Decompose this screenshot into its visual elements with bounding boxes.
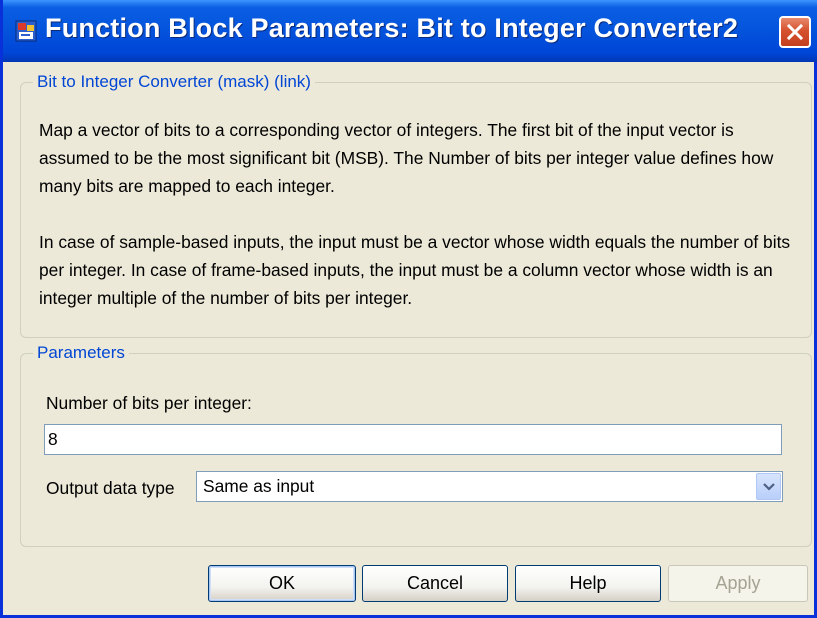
- close-icon: [787, 24, 803, 40]
- dialog-window: Function Block Parameters: Bit to Intege…: [0, 0, 817, 618]
- bits-per-integer-label: Number of bits per integer:: [46, 393, 252, 413]
- output-data-type-value: Same as input: [203, 476, 315, 496]
- mask-group-legend: Bit to Integer Converter (mask) (link): [37, 72, 311, 91]
- mask-description-paragraph-1: Map a vector of bits to a corresponding …: [39, 120, 774, 196]
- simulink-block-icon: [15, 20, 37, 42]
- output-data-type-select[interactable]: Same as input: [196, 471, 783, 502]
- bits-per-integer-field[interactable]: 8: [44, 424, 782, 455]
- dropdown-button[interactable]: [756, 473, 781, 500]
- apply-button[interactable]: Apply: [668, 565, 808, 602]
- help-button[interactable]: Help: [515, 565, 661, 602]
- bits-per-integer-value: 8: [48, 429, 58, 449]
- output-data-type-label: Output data type: [46, 478, 175, 498]
- parameters-group-legend: Parameters: [37, 343, 125, 362]
- cancel-button[interactable]: Cancel: [362, 565, 508, 602]
- close-button[interactable]: [779, 16, 811, 48]
- title-bar[interactable]: Function Block Parameters: Bit to Intege…: [3, 0, 817, 62]
- chevron-down-icon: [763, 483, 775, 491]
- window-title: Function Block Parameters: Bit to Intege…: [45, 13, 739, 43]
- ok-button[interactable]: OK: [208, 565, 356, 602]
- mask-description-paragraph-2: In case of sample-based inputs, the inpu…: [39, 232, 791, 308]
